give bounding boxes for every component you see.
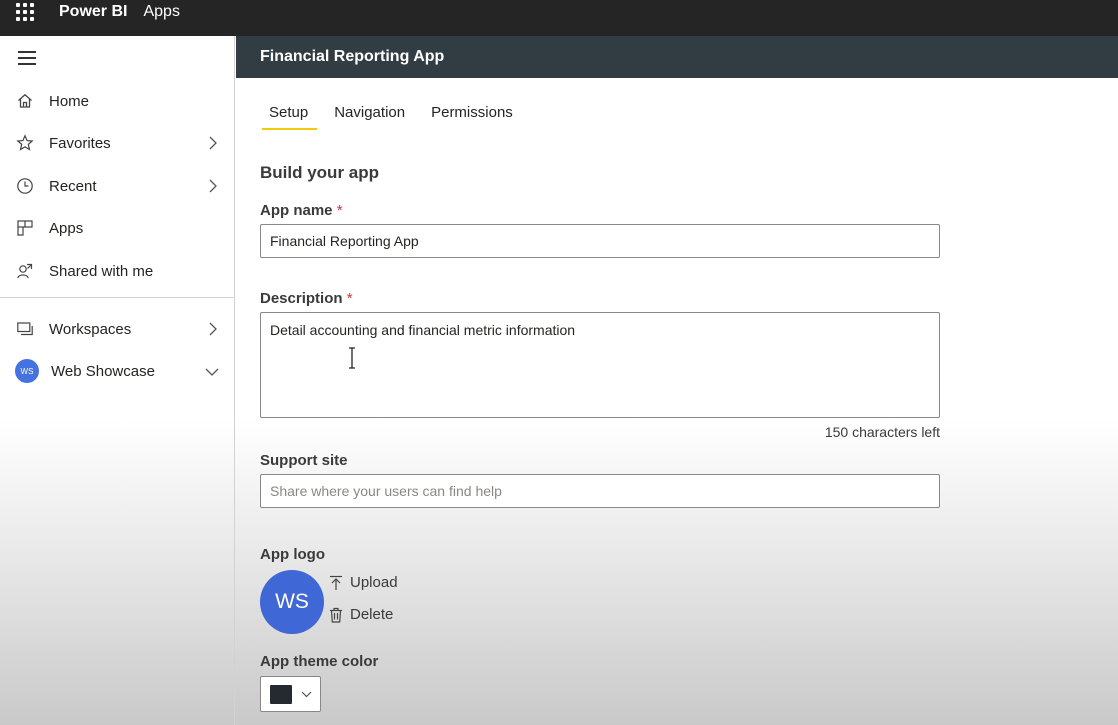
clock-icon [16,177,34,195]
sidebar-item-label: Home [49,92,90,110]
delete-label: Delete [350,606,394,623]
text-cursor-icon [349,347,355,369]
sidebar-item-label: Shared with me [49,262,154,280]
sidebar-item-label: Apps [49,219,84,237]
description-label: Description * [260,290,353,307]
sidebar-item-workspaces[interactable]: Workspaces [0,309,234,349]
app-name-input[interactable] [260,224,940,258]
theme-color-swatch [270,684,292,704]
sidebar-item-recent[interactable]: Recent [0,166,234,206]
workspace-avatar: WS [15,359,39,383]
sidebar-item-favorites[interactable]: Favorites [0,123,234,163]
sidebar-item-label: Web Showcase [51,362,155,380]
upload-label: Upload [350,574,398,591]
sidebar-item-label: Recent [49,177,97,195]
theme-color-picker[interactable] [260,676,321,712]
sidebar-item-label: Favorites [49,134,111,152]
main-content: Financial Reporting App Setup Navigation… [236,36,1118,725]
upload-logo-button[interactable]: Upload [329,574,398,591]
support-site-label: Support site [260,452,348,469]
tab-bar: Setup Navigation Permissions [260,104,530,130]
app-name-label: App name * [260,202,343,219]
upload-icon [330,575,342,590]
required-mark: * [346,290,353,307]
description-textarea[interactable]: Detail accounting and financial metric i… [260,312,940,418]
breadcrumb-apps[interactable]: Apps [143,3,179,21]
star-icon [16,134,34,152]
chevron-right-icon [209,179,217,193]
sidebar-item-home[interactable]: Home [0,81,234,121]
required-mark: * [336,202,343,219]
section-title: Build your app [260,163,379,182]
brand-name[interactable]: Power BI [59,3,127,21]
chevron-down-icon [301,691,312,698]
delete-logo-button[interactable]: Delete [329,606,393,623]
app-logo-avatar: WS [260,570,324,634]
sidebar-item-web-showcase[interactable]: WS Web Showcase [0,351,234,391]
chevron-down-icon [205,368,219,376]
app-title-header: Financial Reporting App [236,36,1118,78]
chevron-right-icon [209,322,217,336]
workspaces-icon [16,320,34,338]
support-site-input[interactable] [260,474,940,508]
tab-permissions[interactable]: Permissions [422,104,522,130]
chevron-right-icon [209,136,217,150]
characters-left-counter: 150 characters left [824,424,940,440]
sidebar-divider [0,297,234,298]
sidebar-item-label: Workspaces [49,320,132,338]
page-title: Financial Reporting App [260,48,445,65]
shared-icon [16,262,34,280]
top-bar: Power BI Apps [0,0,1118,36]
sidebar: Home Favorites Recent Apps Shared with m… [0,36,235,725]
tab-setup[interactable]: Setup [260,104,318,130]
sidebar-item-shared-with-me[interactable]: Shared with me [0,251,234,291]
tab-navigation[interactable]: Navigation [325,104,414,130]
app-logo-label: App logo [260,546,325,563]
app-launcher-icon[interactable] [16,3,34,21]
field-label-text: Description [260,290,343,307]
hamburger-menu-icon[interactable] [18,51,36,65]
trash-icon [330,607,342,623]
sidebar-item-apps[interactable]: Apps [0,208,234,248]
home-icon [16,92,34,110]
theme-color-label: App theme color [260,653,379,670]
field-label-text: App name [260,202,333,219]
apps-icon [16,219,34,237]
